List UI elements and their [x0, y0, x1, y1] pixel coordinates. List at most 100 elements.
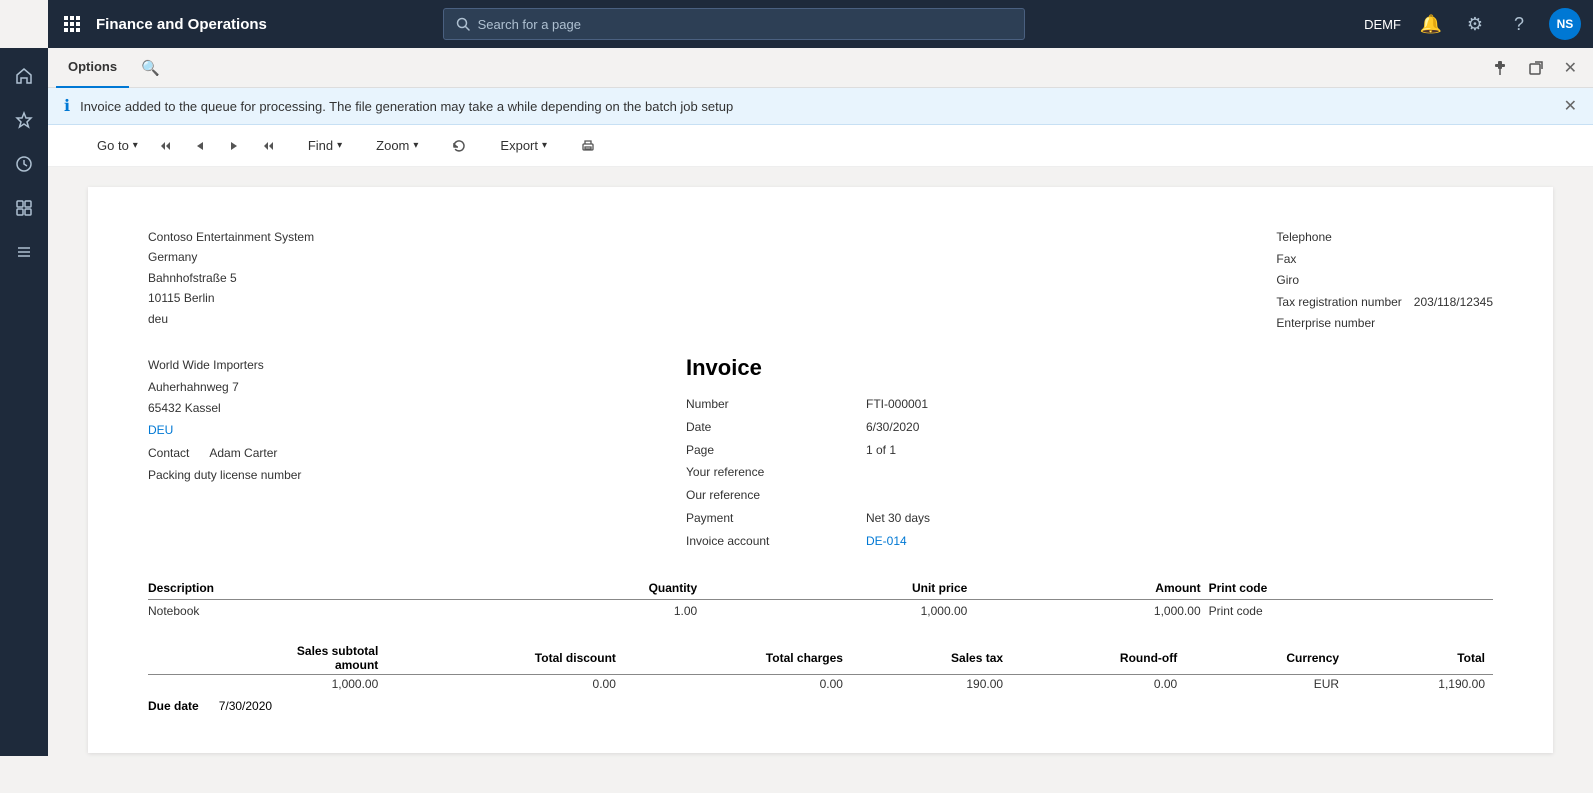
invoice-details: Invoice Number FTI-000001 Date 6/30/2020…	[686, 355, 1493, 553]
totals-row: 1,000.00 0.00 0.00 190.00 0.00 EUR 1,190…	[148, 674, 1493, 693]
your-ref-label: Your reference	[686, 461, 866, 484]
col-description: Description	[148, 577, 464, 600]
tabbar-actions: ✕	[1484, 54, 1585, 82]
expand-icon	[1528, 60, 1544, 76]
totals-col-charges: Total charges	[624, 642, 851, 675]
export-label: Export	[500, 138, 538, 153]
sender-city: 10115 Berlin	[148, 288, 314, 308]
recipient-country[interactable]: DEU	[148, 420, 686, 442]
help-icon[interactable]: ?	[1505, 10, 1533, 38]
document-container: Contoso Entertainment System Germany Bah…	[88, 187, 1553, 753]
sidebar-workspaces-icon[interactable]	[4, 188, 44, 228]
invoice-meta: Number FTI-000001 Date 6/30/2020 Page 1 …	[686, 393, 1493, 553]
goto-button[interactable]: Go to ▾	[88, 133, 147, 158]
recipient-street: Auherhahnweg 7	[148, 377, 686, 399]
invoice-section: World Wide Importers Auherhahnweg 7 6543…	[148, 355, 1493, 553]
sender-name: Contoso Entertainment System	[148, 227, 314, 247]
totals-col-currency: Currency	[1185, 642, 1347, 675]
notification-close[interactable]: ✕	[1564, 96, 1577, 116]
sales-tax: 190.00	[851, 674, 1011, 693]
sidebar-recent-icon[interactable]	[4, 144, 44, 184]
nav-next-button[interactable]	[219, 135, 249, 157]
recipient-city: 65432 Kassel	[148, 398, 686, 420]
print-button[interactable]	[572, 134, 604, 158]
grid-icon[interactable]	[60, 12, 84, 36]
sender-info: Contoso Entertainment System Germany Bah…	[148, 227, 314, 335]
invoice-account-label: Invoice account	[686, 530, 866, 553]
totals-col-tax: Sales tax	[851, 642, 1011, 675]
goto-label: Go to	[97, 138, 129, 153]
doc-header: Contoso Entertainment System Germany Bah…	[148, 227, 1493, 335]
search-input[interactable]	[478, 17, 1012, 32]
sidebar-list-icon[interactable]	[4, 232, 44, 272]
close-tab-button[interactable]: ✕	[1556, 54, 1585, 82]
sidebar-favorites-icon[interactable]	[4, 100, 44, 140]
doc-toolbar: Go to ▾ Find ▾ Zoom ▾	[48, 125, 1593, 167]
settings-icon[interactable]: ⚙	[1461, 10, 1489, 38]
col-unit-price: Unit price	[705, 577, 975, 600]
nav-first-icon	[160, 140, 172, 152]
find-button[interactable]: Find ▾	[299, 133, 351, 158]
goto-group: Go to ▾	[88, 133, 283, 158]
company-details: Telephone Fax Giro Tax registration numb…	[1276, 227, 1493, 335]
tab-options[interactable]: Options	[56, 48, 129, 88]
export-chevron: ▾	[542, 140, 547, 151]
refresh-button[interactable]	[443, 134, 475, 158]
find-chevron: ▾	[337, 140, 342, 151]
contact-value: Adam Carter	[209, 443, 277, 465]
our-ref-value	[866, 484, 1493, 507]
row-description: Notebook	[148, 599, 464, 622]
totals-col-total: Total	[1347, 642, 1493, 675]
sender-locale: deu	[148, 309, 314, 329]
search-icon	[456, 17, 470, 31]
topbar-right: DEMF 🔔 ⚙ ? NS	[1364, 8, 1581, 40]
recipient-info: World Wide Importers Auherhahnweg 7 6543…	[148, 355, 686, 553]
app-title: Finance and Operations	[96, 16, 267, 33]
export-button[interactable]: Export ▾	[491, 133, 556, 158]
avatar[interactable]: NS	[1549, 8, 1581, 40]
left-sidebar	[0, 48, 48, 756]
date-value: 6/30/2020	[866, 416, 1493, 439]
main-area: Go to ▾ Find ▾ Zoom ▾	[48, 125, 1593, 793]
zoom-chevron: ▾	[413, 140, 418, 151]
nav-first-button[interactable]	[151, 135, 181, 157]
row-quantity: 1.00	[464, 599, 706, 622]
col-print-code: Print code	[1209, 577, 1493, 600]
find-label: Find	[308, 138, 333, 153]
search-bar[interactable]	[443, 8, 1025, 40]
notification-banner: ℹ Invoice added to the queue for process…	[48, 88, 1593, 125]
total: 1,190.00	[1347, 674, 1493, 693]
fax-label: Fax	[1276, 249, 1493, 271]
payment-value: Net 30 days	[866, 507, 1493, 530]
invoice-account-value[interactable]: DE-014	[866, 530, 1493, 553]
due-date-row: Due date 7/30/2020	[148, 699, 1493, 713]
round-off: 0.00	[1011, 674, 1185, 693]
packing-label: Packing duty license number	[148, 465, 686, 487]
tab-options-label: Options	[68, 59, 117, 74]
sidebar-home-icon[interactable]	[4, 56, 44, 96]
expand-button[interactable]	[1520, 56, 1552, 80]
row-amount: 1,000.00	[975, 599, 1208, 622]
notification-icon[interactable]: 🔔	[1417, 10, 1445, 38]
tab-search-icon[interactable]: 🔍	[133, 55, 168, 81]
totals-subtotal-header: Sales subtotal amount	[148, 642, 386, 675]
nav-prev-button[interactable]	[185, 135, 215, 157]
env-label: DEMF	[1364, 17, 1401, 32]
total-charges: 0.00	[624, 674, 851, 693]
notification-text: Invoice added to the queue for processin…	[80, 99, 733, 114]
pin-button[interactable]	[1484, 56, 1516, 80]
currency: EUR	[1185, 674, 1347, 693]
totals-col-discount: Total discount	[386, 642, 624, 675]
page-value: 1 of 1	[866, 439, 1493, 462]
nav-last-button[interactable]	[253, 135, 283, 157]
col-amount: Amount	[975, 577, 1208, 600]
totals-section: Sales subtotal amount Total discount Tot…	[148, 642, 1493, 713]
zoom-button[interactable]: Zoom ▾	[367, 133, 427, 158]
subtotal-amount: 1,000.00	[148, 674, 386, 693]
tabbar: Options 🔍 ✕	[48, 48, 1593, 88]
total-discount: 0.00	[386, 674, 624, 693]
nav-next-icon	[228, 140, 240, 152]
topbar: Finance and Operations DEMF 🔔 ⚙ ? NS	[48, 0, 1593, 48]
nav-prev-icon	[194, 140, 206, 152]
telephone-label: Telephone	[1276, 227, 1493, 249]
